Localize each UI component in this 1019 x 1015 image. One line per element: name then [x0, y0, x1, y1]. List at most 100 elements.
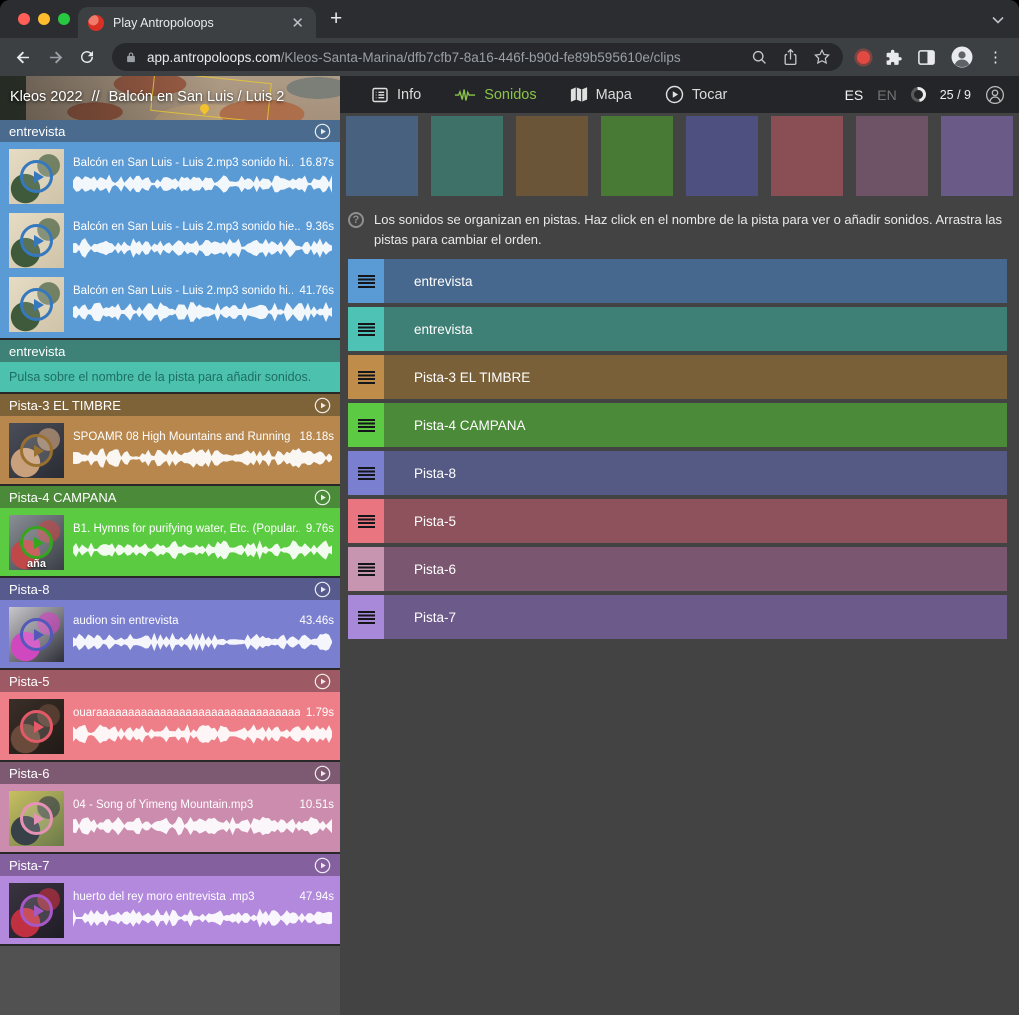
track-bar[interactable]: Pista-3 EL TIMBRE	[384, 355, 1007, 399]
clip-play-icon[interactable]	[20, 288, 53, 321]
sidepanel-icon[interactable]	[917, 48, 936, 67]
clip-play-icon[interactable]	[20, 160, 53, 193]
track-drag-handle[interactable]	[348, 499, 384, 543]
address-bar[interactable]: app.antropoloops.com/Kleos-Santa-Marina/…	[112, 43, 843, 71]
clip-thumbnail[interactable]	[9, 277, 64, 332]
audio-clip[interactable]: Balcón en San Luis - Luis 2.mp3 sonido h…	[0, 208, 340, 272]
track-row[interactable]: Pista-4 CAMPANA	[348, 403, 1007, 447]
clip-thumbnail[interactable]	[9, 607, 64, 662]
sidebar-section-header[interactable]: Pista-7	[0, 854, 340, 876]
nav-item-sonidos[interactable]: Sonidos	[441, 76, 549, 113]
clip-play-icon[interactable]	[20, 434, 53, 467]
sidebar-section-header[interactable]: Pista-8	[0, 578, 340, 600]
clip-thumbnail[interactable]	[9, 423, 64, 478]
clip-thumbnail[interactable]	[9, 791, 64, 846]
sidebar-section-title: Pista-3 EL TIMBRE	[9, 398, 121, 413]
language-es-button[interactable]: ES	[845, 87, 864, 103]
track-row[interactable]: Pista-7	[348, 595, 1007, 639]
browser-tab[interactable]: Play Antropoloops ✕	[78, 7, 316, 38]
section-play-icon[interactable]	[314, 673, 331, 690]
track-drag-handle[interactable]	[348, 355, 384, 399]
track-drag-handle[interactable]	[348, 259, 384, 303]
tab-close-icon[interactable]: ✕	[289, 14, 306, 32]
language-en-button[interactable]: EN	[877, 87, 896, 103]
clip-thumbnail[interactable]	[9, 149, 64, 204]
menu-icon[interactable]: ⋮	[988, 48, 1003, 66]
section-play-icon[interactable]	[314, 765, 331, 782]
track-bar[interactable]: Pista-4 CAMPANA	[384, 403, 1007, 447]
audio-clip[interactable]: ouaraaaaaaaaaaaaaaaaaaaaaaaaaaaaaaaaaa..…	[0, 694, 340, 758]
sonidos-icon	[454, 87, 476, 103]
minimize-window-button[interactable]	[38, 13, 50, 25]
extensions-icon[interactable]	[884, 48, 903, 67]
back-button[interactable]	[8, 42, 38, 72]
sidebar-section-header[interactable]: Pista-4 CAMPANA	[0, 486, 340, 508]
audio-clip[interactable]: SPOAMR 08 High Mountains and Running ...…	[0, 418, 340, 482]
sidebar-section-header[interactable]: entrevista	[0, 340, 340, 362]
zoom-icon[interactable]	[751, 49, 768, 66]
clip-play-icon[interactable]	[20, 802, 53, 835]
nav-item-tocar[interactable]: Tocar	[652, 76, 740, 113]
clip-thumbnail[interactable]	[9, 699, 64, 754]
clip-play-icon[interactable]	[20, 526, 53, 559]
sidebar-section-header[interactable]: entrevista	[0, 120, 340, 142]
nav-item-info[interactable]: Info	[358, 76, 434, 113]
clip-play-icon[interactable]	[20, 710, 53, 743]
audio-clip[interactable]: aña B1. Hymns for purifying water, Etc. …	[0, 510, 340, 574]
track-drag-handle[interactable]	[348, 451, 384, 495]
track-drag-handle[interactable]	[348, 547, 384, 591]
section-play-icon[interactable]	[314, 489, 331, 506]
track-drag-handle[interactable]	[348, 403, 384, 447]
track-label: Pista-7	[414, 610, 456, 625]
sidebar-section-title: entrevista	[9, 124, 65, 139]
clip-play-icon[interactable]	[20, 224, 53, 257]
tab-search-chevron-icon[interactable]	[991, 12, 1005, 30]
share-icon[interactable]	[782, 48, 799, 66]
track-drag-handle[interactable]	[348, 307, 384, 351]
track-bar[interactable]: Pista-5	[384, 499, 1007, 543]
track-drag-handle[interactable]	[348, 595, 384, 639]
audio-clip[interactable]: huerto del rey moro entrevista .mp3 47.9…	[0, 878, 340, 942]
sidebar-section-header[interactable]: Pista-5	[0, 670, 340, 692]
track-bar[interactable]: Pista-6	[384, 547, 1007, 591]
clip-thumbnail[interactable]	[9, 213, 64, 268]
record-icon[interactable]	[857, 51, 870, 64]
track-row[interactable]: Pista-6	[348, 547, 1007, 591]
track-bar[interactable]: entrevista	[384, 259, 1007, 303]
close-window-button[interactable]	[18, 13, 30, 25]
breadcrumb-project[interactable]: Kleos 2022	[10, 89, 83, 105]
audio-clip[interactable]: Balcón en San Luis - Luis 2.mp3 sonido h…	[0, 144, 340, 208]
sidebar-section-header[interactable]: Pista-6	[0, 762, 340, 784]
track-row[interactable]: Pista-5	[348, 499, 1007, 543]
clip-thumbnail[interactable]: aña	[9, 515, 64, 570]
track-row[interactable]: Pista-8	[348, 451, 1007, 495]
bookmark-icon[interactable]	[813, 48, 831, 66]
section-play-icon[interactable]	[314, 581, 331, 598]
sidebar-section-body: ouaraaaaaaaaaaaaaaaaaaaaaaaaaaaaaaaaaa..…	[0, 692, 340, 760]
clip-play-icon[interactable]	[20, 618, 53, 651]
section-play-icon[interactable]	[314, 123, 331, 140]
reload-button[interactable]	[72, 42, 102, 72]
forward-button[interactable]	[40, 42, 70, 72]
clip-play-icon[interactable]	[20, 894, 53, 927]
nav-item-mapa[interactable]: Mapa	[557, 76, 645, 113]
new-tab-button[interactable]: +	[330, 8, 342, 30]
track-row[interactable]: Pista-3 EL TIMBRE	[348, 355, 1007, 399]
section-play-icon[interactable]	[314, 857, 331, 874]
zoom-window-button[interactable]	[58, 13, 70, 25]
audio-clip[interactable]: 04 - Song of Yimeng Mountain.mp3 10.51s	[0, 786, 340, 850]
track-bar[interactable]: Pista-8	[384, 451, 1007, 495]
track-bar[interactable]: Pista-7	[384, 595, 1007, 639]
audio-clip[interactable]: audion sin entrevista 43.46s	[0, 602, 340, 666]
track-bar[interactable]: entrevista	[384, 307, 1007, 351]
window-controls	[18, 13, 70, 25]
section-play-icon[interactable]	[314, 397, 331, 414]
sidebar-section-header[interactable]: Pista-3 EL TIMBRE	[0, 394, 340, 416]
clip-thumbnail[interactable]	[9, 883, 64, 938]
track-row[interactable]: entrevista	[348, 259, 1007, 303]
profile-icon[interactable]	[950, 45, 974, 69]
account-icon[interactable]	[985, 85, 1005, 105]
url-domain: app.antropoloops.com	[147, 50, 281, 65]
audio-clip[interactable]: Balcón en San Luis - Luis 2.mp3 sonido h…	[0, 272, 340, 336]
track-row[interactable]: entrevista	[348, 307, 1007, 351]
